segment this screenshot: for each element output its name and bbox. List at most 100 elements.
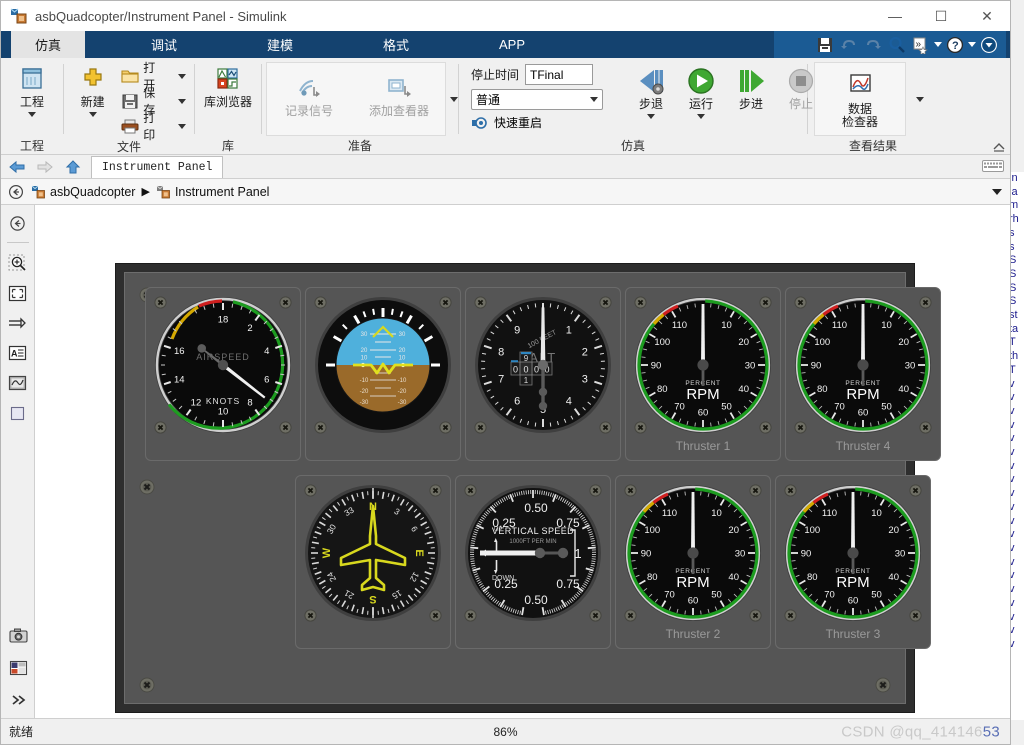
gauge-cell-heading[interactable]: N E S W 3 6 12 15 21 24 30 33 (295, 475, 451, 649)
redo-icon[interactable] (862, 34, 884, 56)
up-arrow-icon[interactable] (63, 157, 83, 177)
more-chevrons-icon[interactable] (5, 688, 31, 712)
svg-text:30: 30 (361, 332, 368, 338)
annotation-text-icon[interactable]: A (5, 341, 31, 365)
favorites-icon[interactable]: » (910, 34, 932, 56)
tab-apps[interactable]: APP (475, 31, 549, 58)
step-forward-button[interactable]: 步进 (727, 62, 775, 119)
rpm-tick-label: 20 (888, 525, 899, 536)
instrument-panel-face: 2 4 6 8 10 12 14 16 18 AIRSPEED KNOTS 30… (124, 272, 941, 704)
keyboard-icon[interactable] (982, 160, 1004, 172)
breadcrumb-back-icon[interactable] (7, 183, 25, 201)
rpm-tick-label: 60 (858, 408, 869, 419)
step-back-button[interactable]: 步退 (627, 62, 675, 119)
ribbon-collapse-icon[interactable] (992, 142, 1006, 152)
gauge-cell-rpm-thruster-3[interactable]: 102030405060708090100110PERCENTRPM (775, 475, 931, 649)
expand-icon[interactable] (978, 34, 1000, 56)
add-viewer-label: 添加查看器 (368, 104, 429, 118)
zoom-region-icon[interactable] (5, 251, 31, 275)
background-list-item: v (1009, 514, 1015, 527)
project-button[interactable]: 工程 (9, 62, 55, 117)
zoom-level[interactable]: 86% (493, 725, 517, 739)
rpm-tick-label: 100 (804, 525, 820, 536)
gauge-screw-bottom-right (589, 609, 602, 622)
gauge-cell-rpm-thruster-4[interactable]: 102030405060708090100110PERCENTRPM (785, 287, 941, 461)
gauge-cell-altimeter[interactable]: 1234567890 100 FEET ALT 0 0 (465, 287, 621, 461)
stop-time-input[interactable]: TFinal (525, 64, 594, 85)
forward-arrow-icon[interactable] (35, 157, 55, 177)
library-browser-button[interactable]: 库浏览器 (201, 62, 255, 109)
gauge-screw-bottom-left (634, 421, 647, 434)
blank-area-icon[interactable] (5, 401, 31, 425)
layout-panels-icon[interactable] (5, 656, 31, 680)
undo-icon[interactable] (838, 34, 860, 56)
maximize-button[interactable]: ☐ (918, 1, 964, 31)
chevron-down-icon[interactable] (178, 123, 186, 129)
chevron-down-icon[interactable] (28, 112, 36, 117)
add-viewer-button[interactable]: 添加查看器 (363, 69, 435, 118)
step-back-label: 步退 (638, 97, 663, 111)
background-list-item: S (1009, 281, 1017, 294)
help-caret-icon[interactable] (968, 42, 976, 47)
background-list-item: T (1009, 363, 1016, 376)
scope-icon[interactable] (5, 371, 31, 395)
gauge-screw-bottom-left (474, 421, 487, 434)
chevron-down-icon[interactable] (647, 114, 655, 119)
back-arrow-icon[interactable] (7, 157, 27, 177)
chevron-down-icon[interactable] (697, 114, 705, 119)
fit-to-view-icon[interactable] (5, 281, 31, 305)
tab-debug[interactable]: 调试 (127, 31, 201, 58)
tab-simulation[interactable]: 仿真 (11, 31, 85, 58)
results-more-caret-icon[interactable] (916, 96, 924, 102)
favorites-caret-icon[interactable] (934, 42, 942, 47)
gauge-screw-bottom-right (759, 421, 772, 434)
chevron-down-icon[interactable] (992, 188, 1002, 195)
data-inspector-button[interactable]: 数据 检查器 (823, 67, 897, 129)
search-icon[interactable] (886, 34, 908, 56)
add-viewer-icon (382, 73, 416, 103)
gauge-cell-vertical-speed[interactable]: 0.50 0.25 0.75 0.25 0.75 0.50 1 VERTICAL… (455, 475, 611, 649)
camera-snapshot-icon[interactable] (5, 624, 31, 648)
gauge-screw-bottom-left (314, 421, 327, 434)
background-list-item: m (1009, 199, 1019, 212)
fast-restart-toggle[interactable]: 快速重启 (471, 114, 603, 131)
run-button[interactable]: 运行 (677, 62, 725, 119)
gauge-cell-rpm-thruster-2[interactable]: 102030405060708090100110PERCENTRPM (615, 475, 771, 649)
minimize-button[interactable]: — (872, 1, 918, 31)
tab-modeling[interactable]: 建模 (243, 31, 317, 58)
rpm-title: RPM (846, 386, 879, 403)
rpm-tick-label: 70 (664, 589, 675, 600)
chevron-down-icon[interactable] (178, 98, 186, 104)
svg-text:-20: -20 (360, 389, 369, 395)
gauge-cell-airspeed[interactable]: 2 4 6 8 10 12 14 16 18 AIRSPEED KNOTS (145, 287, 301, 461)
help-icon[interactable]: ? (944, 34, 966, 56)
model-canvas[interactable]: 2 4 6 8 10 12 14 16 18 AIRSPEED KNOTS 30… (35, 205, 1010, 718)
navigate-back-icon[interactable] (5, 211, 31, 235)
gauge-cell-rpm-thruster-1[interactable]: 102030405060708090100110PERCENTRPM (625, 287, 781, 461)
svg-text:?: ? (952, 40, 959, 52)
chevron-down-icon[interactable] (88, 112, 97, 117)
rpm-tick-label: 80 (647, 572, 658, 583)
close-button[interactable]: ✕ (964, 1, 1010, 31)
new-button[interactable]: 新建 (70, 62, 115, 117)
log-signal-button[interactable]: 记录信号 (277, 69, 341, 118)
rpm-tick-label: 110 (662, 508, 677, 519)
breadcrumb-item-asbquadcopter[interactable]: asbQuadcopter (31, 185, 135, 199)
save-icon[interactable] (814, 34, 836, 56)
signal-line-icon[interactable] (5, 311, 31, 335)
breadcrumb-item-instrument-panel[interactable]: Instrument Panel (156, 185, 269, 199)
ribbon-group-label-results: 查看结果 (848, 138, 897, 153)
simulation-mode-select[interactable]: 普通 (471, 89, 603, 110)
rpm-tick-label: 110 (832, 320, 847, 331)
print-button[interactable]: 打印 (119, 111, 188, 142)
prepare-more-caret-icon[interactable] (450, 96, 458, 102)
tab-format[interactable]: 格式 (359, 31, 433, 58)
airspeed-tick-label: 6 (264, 375, 269, 386)
svg-text:10: 10 (361, 356, 368, 362)
gauge-screw-bottom-right (429, 609, 442, 622)
canvas-tab-instrument-panel[interactable]: Instrument Panel (91, 156, 224, 178)
gauge-screw-top-right (599, 296, 612, 309)
chevron-down-icon[interactable] (178, 73, 186, 79)
rpm-tick-label: 80 (807, 572, 818, 583)
gauge-cell-artificial-horizon[interactable]: 30 30 20 20 10 10 -10 -10 -20 -20 -30 -30 (305, 287, 461, 461)
